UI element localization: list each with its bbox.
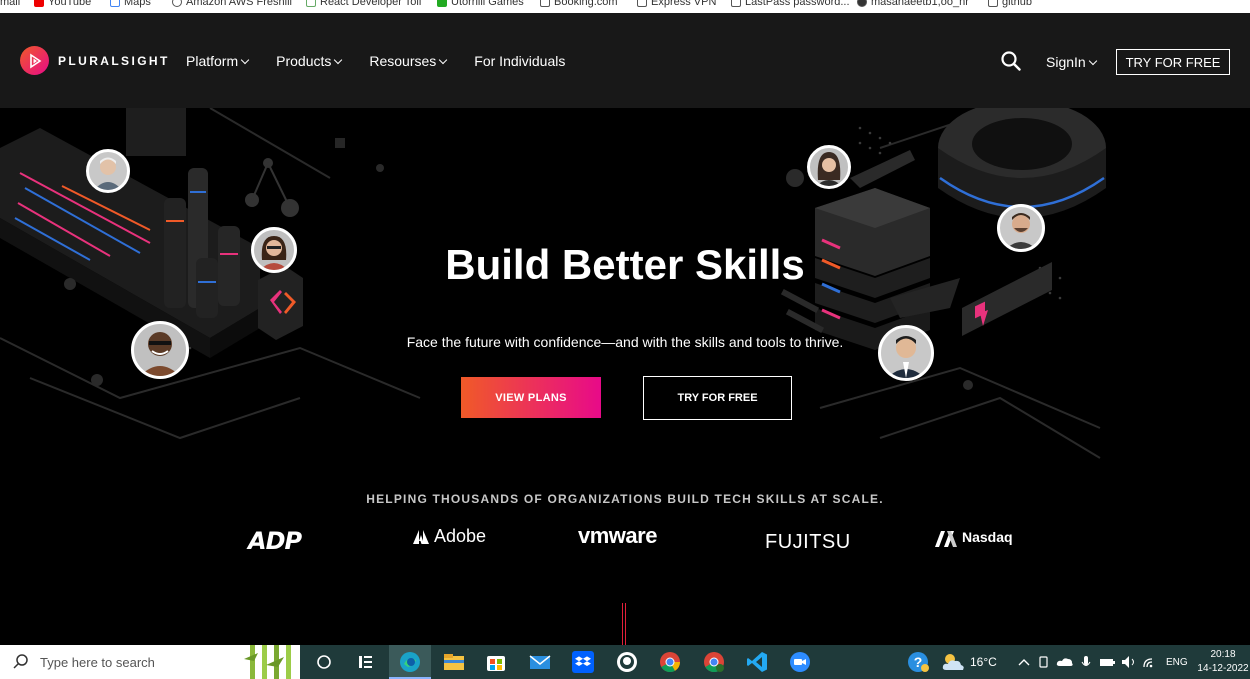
hero-subtitle: Face the future with confidence—and with…	[406, 334, 844, 350]
site-header: PLURALSIGHT Platform Products Resourses …	[0, 13, 1250, 108]
maps-icon	[110, 0, 120, 7]
bookmark-maps[interactable]: Maps	[110, 0, 151, 9]
chrome-canary-icon[interactable]	[702, 650, 726, 674]
svg-text:?: ?	[914, 654, 923, 670]
partner-logos: ADP Adobe vmware FUJITSU Nasdaq	[0, 523, 1250, 563]
games-icon	[437, 0, 447, 7]
clock-date: 14-12-2022	[1197, 663, 1249, 674]
main-nav: Platform Products Resourses For Individu…	[186, 53, 593, 69]
hero-title: Build Better Skills	[445, 241, 805, 288]
adobe-icon	[413, 529, 429, 544]
nav-platform-label: Platform	[186, 53, 239, 69]
bookmark-github[interactable]: github	[988, 0, 1032, 9]
vmware-logo: vmware	[578, 523, 657, 548]
nasdaq-icon	[935, 531, 957, 547]
partners-tagline: HELPING THOUSANDS OF ORGANIZATIONS BUILD…	[366, 492, 884, 506]
bookmark-games[interactable]: Utorrilli Games	[437, 0, 524, 9]
folder-icon	[540, 0, 550, 7]
weather-temp: 16°C	[970, 655, 997, 669]
bamboo-icon	[244, 645, 291, 679]
signin-label: SignIn	[1046, 54, 1086, 70]
github-icon[interactable]	[615, 650, 639, 674]
screen: mail YouTube Maps Amazon AWS Freshill Re…	[0, 0, 1250, 679]
folder-icon	[731, 0, 741, 7]
system-tray-icons	[1018, 656, 1153, 668]
search-icon[interactable]	[1000, 50, 1022, 72]
adp-logo: ADP	[248, 527, 302, 555]
help-icon[interactable]: ?	[906, 650, 930, 674]
nav-individuals-label: For Individuals	[474, 53, 566, 69]
pluralsight-mark-icon	[20, 46, 49, 75]
github-icon	[857, 0, 867, 7]
brand-wordmark: PLURALSIGHT	[58, 53, 170, 68]
bookmark-aws[interactable]: Amazon AWS Freshill	[172, 0, 292, 9]
learner-avatar	[807, 145, 851, 189]
chevron-down-icon	[240, 55, 250, 64]
adobe-wordmark: Adobe	[434, 526, 487, 546]
widgets-icon[interactable]	[354, 650, 378, 674]
chevron-down-icon	[1088, 56, 1097, 65]
mail-icon[interactable]	[528, 650, 552, 674]
fujitsu-logo: FUJITSU	[765, 531, 851, 553]
system-clock[interactable]: 20:18 14-12-2022	[1196, 648, 1250, 676]
search-icon	[13, 654, 28, 669]
dropbox-icon[interactable]	[571, 650, 595, 674]
try-free-hero-button[interactable]: TRY FOR FREE	[643, 376, 792, 420]
language-indicator[interactable]: ENG	[1166, 645, 1188, 679]
bookmarks-bar: mail YouTube Maps Amazon AWS Freshill Re…	[0, 0, 1250, 13]
nav-resources[interactable]: Resourses	[369, 53, 448, 69]
learner-avatar	[86, 149, 130, 193]
view-plans-button[interactable]: VIEW PLANS	[461, 377, 601, 418]
file-explorer-icon[interactable]	[442, 650, 466, 674]
youtube-icon	[34, 0, 44, 7]
taskbar-search[interactable]: Type here to search	[0, 645, 300, 679]
globe-icon	[172, 0, 182, 7]
clock-time: 20:18	[1210, 649, 1236, 660]
taskbar: Type here to search ? 16°C ENG 20:18 14-…	[0, 645, 1250, 679]
adobe-logo: Adobe	[413, 526, 486, 547]
nav-products[interactable]: Products	[276, 53, 343, 69]
nav-for-individuals[interactable]: For Individuals	[474, 53, 565, 69]
weather-icon[interactable]	[940, 650, 964, 674]
bookmark-youtube[interactable]: YouTube	[34, 0, 91, 9]
nasdaq-wordmark: Nasdaq	[962, 529, 1013, 545]
nav-resources-label: Resourses	[369, 53, 437, 69]
nav-products-label: Products	[276, 53, 332, 69]
bookmark-vpn[interactable]: Express VPN	[637, 0, 716, 9]
scroll-indicator	[622, 603, 626, 645]
learner-avatar	[131, 321, 189, 379]
nav-platform[interactable]: Platform	[186, 53, 250, 69]
extension-icon	[306, 0, 316, 7]
hero-illustration	[0, 108, 1106, 459]
bookmark-mail[interactable]: mail	[0, 0, 20, 9]
bookmark-github-user[interactable]: masahaeetb1,oo_nr	[857, 0, 969, 9]
folder-icon	[988, 0, 998, 7]
folder-icon	[637, 0, 647, 7]
chevron-down-icon	[439, 55, 448, 64]
store-icon[interactable]	[484, 650, 508, 674]
edge-icon[interactable]	[398, 650, 422, 674]
bookmark-react[interactable]: React Developer Toll	[306, 0, 421, 9]
task-view-icon[interactable]	[312, 650, 336, 674]
zoom-icon[interactable]	[788, 650, 812, 674]
chevron-down-icon	[334, 55, 343, 64]
bookmark-lastpass[interactable]: LastPass password...	[731, 0, 850, 9]
nasdaq-logo: Nasdaq	[935, 527, 1013, 547]
try-free-header-button[interactable]: TRY FOR FREE	[1116, 49, 1230, 75]
signin-dropdown[interactable]: SignIn	[1046, 54, 1097, 70]
pluralsight-logo[interactable]: PLURALSIGHT	[20, 46, 170, 75]
chrome-icon[interactable]	[658, 650, 682, 674]
bookmark-booking[interactable]: Booking.com	[540, 0, 618, 9]
hero-section: Build Better Skills Face the future with…	[0, 108, 1250, 645]
vscode-icon[interactable]	[745, 650, 769, 674]
taskbar-search-placeholder: Type here to search	[40, 654, 155, 670]
